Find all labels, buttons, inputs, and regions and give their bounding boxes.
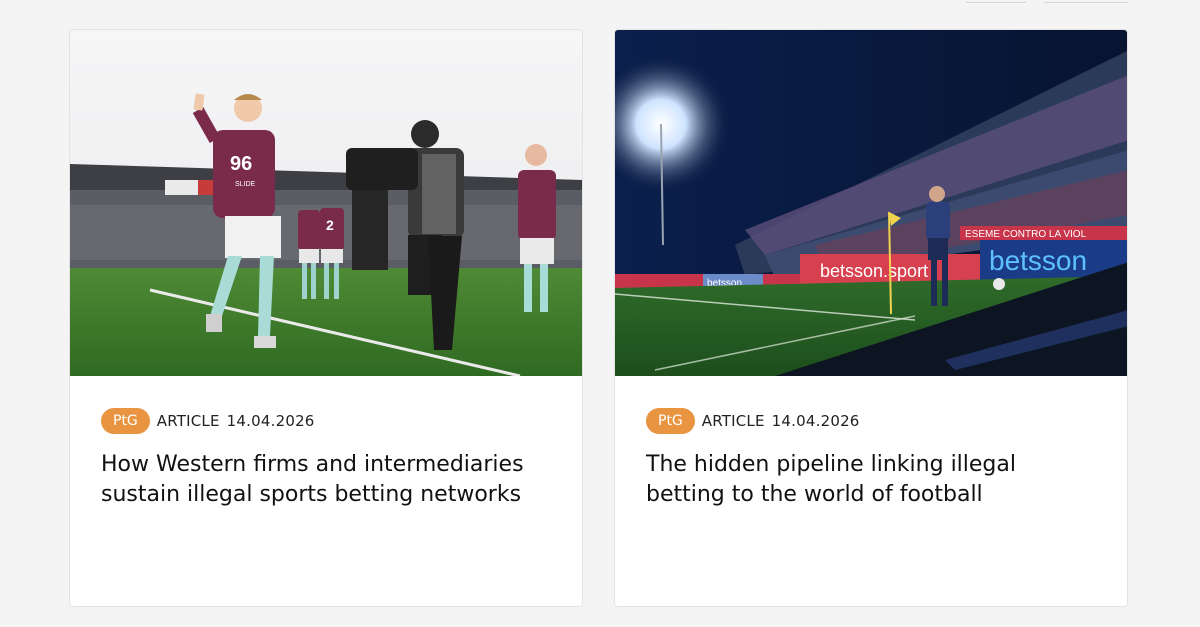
article-date: 14.04.2026: [771, 412, 860, 430]
shirt-number-2: 2: [326, 217, 334, 233]
top-control-left[interactable]: [966, 0, 1026, 3]
article-type: ARTICLE: [701, 412, 765, 430]
article-image-2[interactable]: betsson.sport betsson ESEME CONTRO LA VI…: [615, 30, 1127, 376]
top-control-right[interactable]: [1044, 0, 1128, 3]
article-title-2[interactable]: The hidden pipeline linking illegal bett…: [646, 450, 1096, 510]
article-meta-1: PtG ARTICLE 14.04.2026: [101, 408, 315, 434]
shirt-number-96: 96: [230, 153, 252, 175]
article-type: ARTICLE: [156, 412, 220, 430]
board-betsson: betsson: [989, 245, 1087, 276]
article-meta-2: PtG ARTICLE 14.04.2026: [646, 408, 860, 434]
shirt-sponsor: SLIDE: [235, 181, 256, 188]
article-title-1[interactable]: How Western firms and intermediaries sus…: [101, 450, 551, 510]
board-banner: ESEME CONTRO LA VIOL: [965, 229, 1087, 240]
publisher-badge[interactable]: PtG: [101, 408, 150, 434]
publisher-badge[interactable]: PtG: [646, 408, 695, 434]
article-card-1[interactable]: 2 96 SLIDE PtG ARTICLE 14.04.2026 How We…: [69, 29, 583, 607]
article-image-1[interactable]: 2 96 SLIDE: [70, 30, 582, 376]
top-controls: [966, 0, 1128, 3]
board-betsson-sport: betsson.sport: [820, 261, 928, 281]
article-card-2[interactable]: betsson.sport betsson ESEME CONTRO LA VI…: [614, 29, 1128, 607]
article-date: 14.04.2026: [226, 412, 315, 430]
